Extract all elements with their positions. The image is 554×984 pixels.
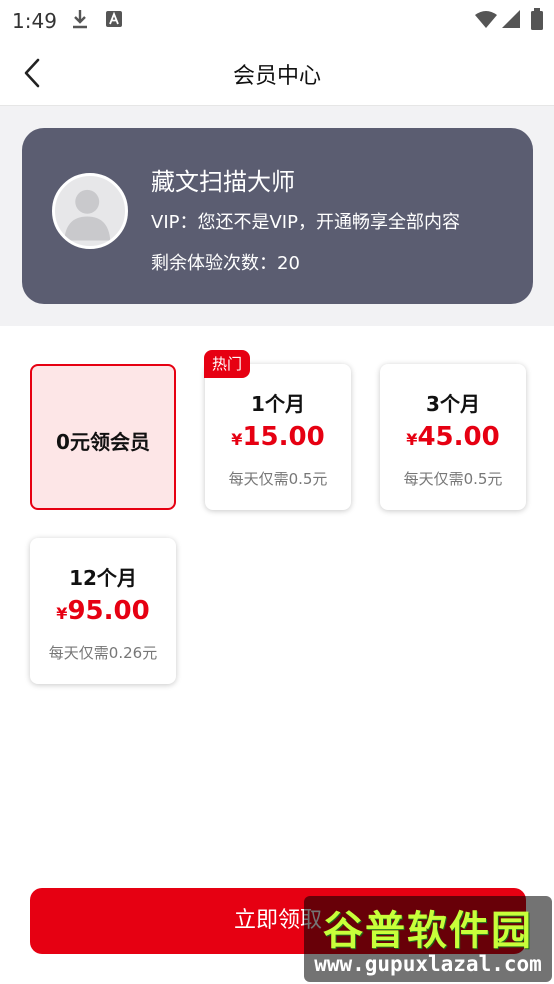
plan-3-months[interactable]: 3个月 ¥45.00 每天仅需0.5元 xyxy=(380,364,526,510)
price-amount: 95.00 xyxy=(67,596,150,626)
watermark: 谷普软件园 www.gupuxlazal.com xyxy=(304,896,552,982)
status-time: 1:49 xyxy=(12,9,57,33)
plan-12-months[interactable]: 12个月 ¥95.00 每天仅需0.26元 xyxy=(30,538,176,684)
plan-price: ¥95.00 xyxy=(30,596,176,626)
plan-free-label: 0元领会员 xyxy=(56,430,150,454)
plan-name: 3个月 xyxy=(426,392,480,416)
plan-price: ¥15.00 xyxy=(205,422,351,452)
page-title: 会员中心 xyxy=(232,64,321,89)
plan-name: 12个月 xyxy=(69,566,137,590)
plan-free[interactable]: 0元领会员 xyxy=(30,364,176,510)
trial-remaining-text: 剩余体验次数：20 xyxy=(151,253,300,274)
currency-symbol: ¥ xyxy=(231,430,243,449)
plan-daily-price: 每天仅需0.5元 xyxy=(228,470,328,488)
plan-daily-price: 每天仅需0.26元 xyxy=(48,644,158,662)
battery-icon xyxy=(531,8,543,30)
currency-symbol: ¥ xyxy=(406,430,418,449)
plan-daily-price: 每天仅需0.5元 xyxy=(403,470,503,488)
plan-price: ¥45.00 xyxy=(380,422,526,452)
user-name: 藏文扫描大师 xyxy=(151,168,295,196)
user-avatar-icon[interactable] xyxy=(52,173,128,249)
plan-name: 1个月 xyxy=(251,392,305,416)
download-icon xyxy=(73,10,87,29)
nav-bar: 会员中心 xyxy=(0,40,554,106)
watermark-url: www.gupuxlazal.com xyxy=(314,952,542,976)
price-amount: 45.00 xyxy=(417,422,500,452)
vip-status-text: VIP：您还不是VIP，开通畅享全部内容 xyxy=(151,212,460,233)
signal-icon xyxy=(502,10,520,28)
plan-1-month[interactable]: 热门 1个月 ¥15.00 每天仅需0.5元 xyxy=(204,350,351,510)
wifi-icon xyxy=(475,11,497,28)
watermark-cn: 谷普软件园 xyxy=(323,908,533,954)
a-icon xyxy=(106,11,122,27)
hot-badge: 热门 xyxy=(204,350,251,378)
status-bar: 1:49 xyxy=(0,0,554,40)
currency-symbol: ¥ xyxy=(56,604,68,623)
profile-card: 藏文扫描大师 VIP：您还不是VIP，开通畅享全部内容 剩余体验次数：20 xyxy=(22,128,533,304)
price-amount: 15.00 xyxy=(242,422,325,452)
